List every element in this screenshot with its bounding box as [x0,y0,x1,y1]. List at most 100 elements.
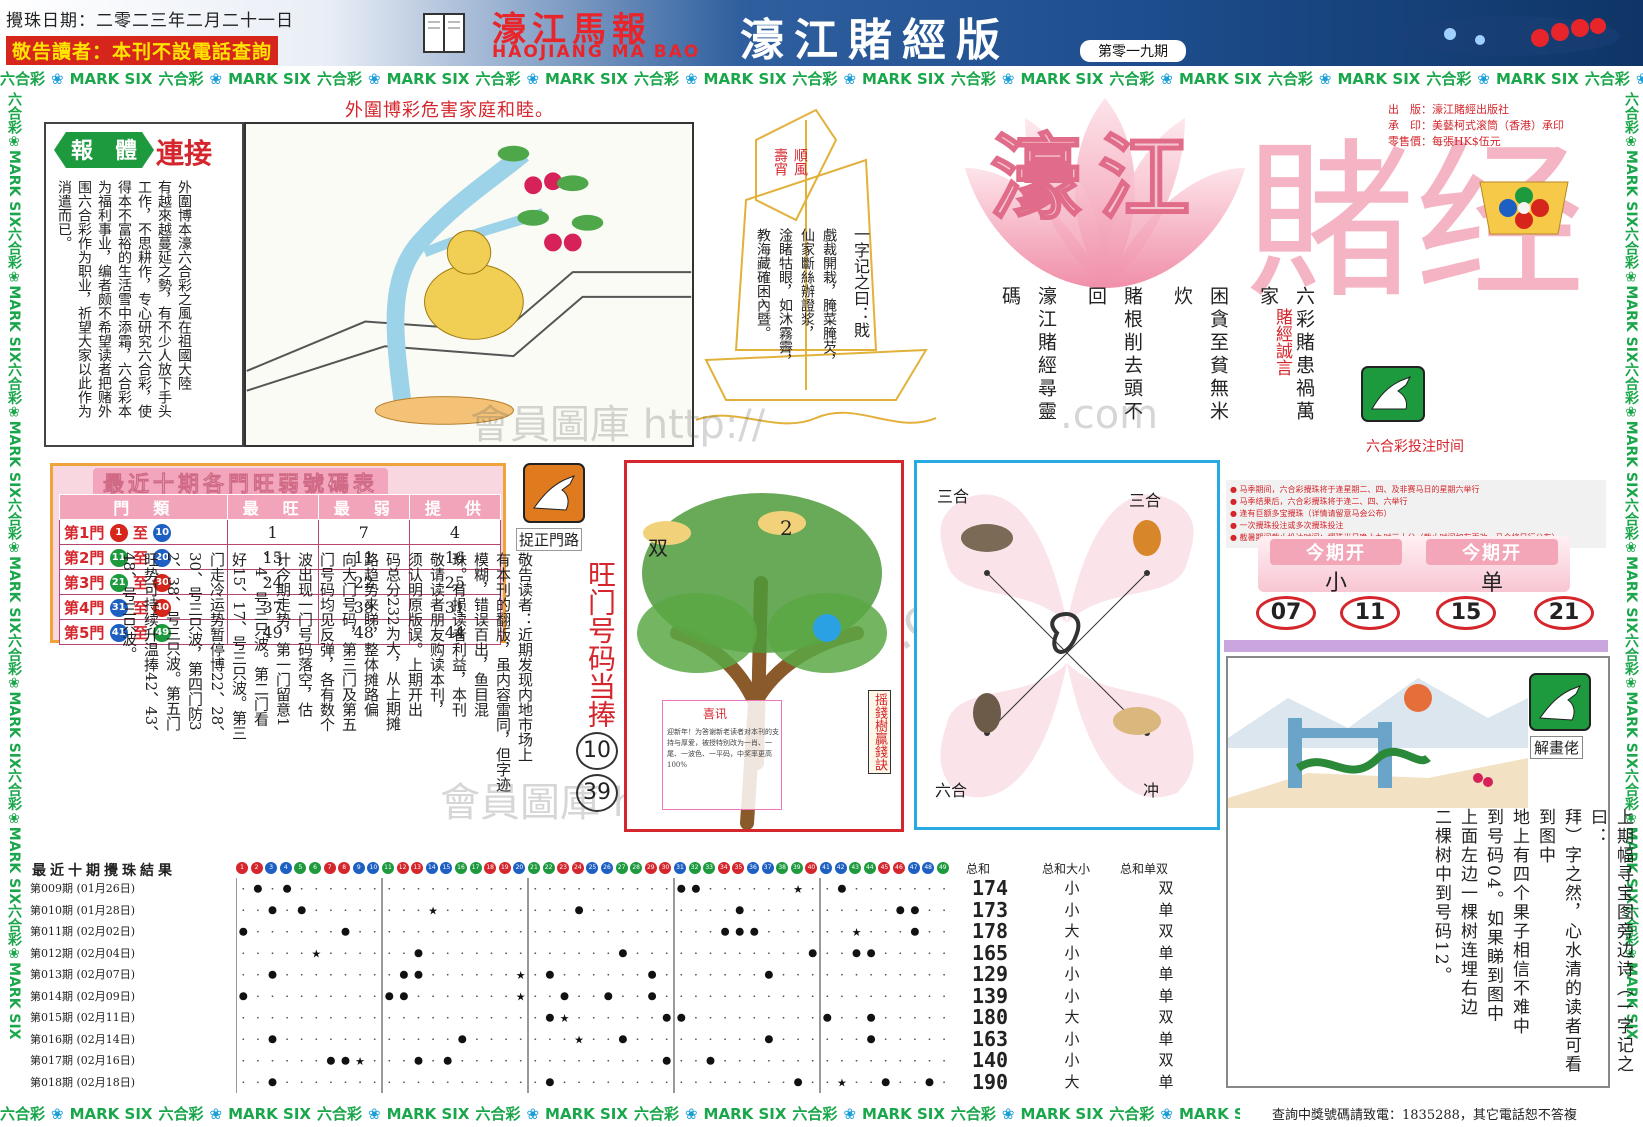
grid-dot [388,1016,391,1019]
grid-dot [403,1081,405,1084]
drawn-number-mark [414,1056,423,1065]
grid-dot [417,1016,420,1019]
grid-dot [242,1038,245,1041]
drawn-number-mark [735,906,744,915]
strip-cn: 六合彩 [6,362,22,405]
grid-dot [622,909,624,912]
strip-en: MARK SIX [1623,691,1639,769]
grid-dot [417,1081,420,1084]
grid-dot [359,1081,361,1084]
grid-dot [519,1016,522,1019]
grid-dot [622,887,624,890]
grid-dot [651,952,653,955]
grid-dot [928,1059,931,1062]
grid-dot [519,1081,522,1084]
grid-dot [344,995,347,998]
drawn-number-mark [297,906,306,915]
grid-dot [476,952,478,955]
grid-dot [359,1016,361,1019]
grid-dot [432,995,434,998]
number-ball: 7 [323,862,336,874]
drawn-number-mark [545,1013,554,1022]
grid-dot [490,930,493,933]
grid-dot [841,1059,843,1062]
grid-dot [782,1038,785,1041]
grid-dot [432,1081,434,1084]
news-card: 喜讯 迎新年！为答谢新老读者对本刊的支持与厚爱，被授特别改为一肖、一尾、一波色、… [662,700,782,810]
explain-line: 二棵树中到号码12。 [1431,808,1451,986]
grid-dot [563,930,566,933]
article-box: 報 體 連接 外圍博本濠六合彩之風在祖國大陸 有越來越蔓延之勢，有不少人放下手头工… [44,122,244,447]
money-tree-label: 摇錢樹贏錢訣 [868,690,891,774]
size-value: 小 [1064,1029,1080,1048]
grid-dot [724,1081,726,1084]
explain-line: 拜）字之然，心水清的读者可看到图中 [1535,808,1581,1074]
grid-dot [738,1016,741,1019]
grid-dot [753,909,756,912]
special-number-mark: ★ [574,1033,584,1046]
grid-dot [446,952,449,955]
grid-dot [432,1016,434,1019]
grid-dot [330,930,332,933]
drawn-number-mark [545,970,554,979]
size-header: 总和大小 [1042,862,1091,876]
pick-ball: 07 [1256,596,1316,630]
boat-flag-line-2: 壽宵 [772,148,788,176]
drawn-number-mark [341,927,350,936]
grid-dot [257,1059,259,1062]
sum-value: 165 [971,940,1009,965]
grid-dot [242,1016,245,1019]
this-period-panel: 今期开 小 今期开 单 [1258,536,1570,596]
corrector-line: 路趋势来睇，整体摊路偏 [362,552,380,717]
number-ball: 1 [236,862,248,874]
grid-dot [476,887,478,890]
grid-dot [928,973,931,976]
grid-dot [388,1081,391,1084]
grid-dot [344,1016,347,1019]
drawn-number-mark [910,927,919,936]
grid-dot [826,973,829,976]
boat-flag-line-1: 順風 [792,148,808,176]
strip-cn: 六合彩 [158,70,204,88]
grid-dot [884,930,887,933]
grid-dot [724,887,726,890]
result-row-label: 第012期 (02月04日) [30,946,136,960]
strip-cn: 六合彩 [1109,1105,1155,1123]
grid-dot [300,1059,303,1062]
flower-icon: ❀ [1635,70,1643,88]
grid-dot [753,1016,756,1019]
grid-dot [753,952,756,955]
drawn-number-mark [764,970,773,979]
grid-dot [899,887,902,890]
results-title: 最近十期攪珠結果 [32,863,176,879]
flower-icon: ❀ [684,70,698,88]
strip-cn: 六合彩 [633,1105,679,1123]
strip-cn: 六合彩 [6,227,22,270]
grid-dot [753,1081,756,1084]
number-ball: 15 [440,862,453,874]
number-ball: 18 [484,862,497,874]
lucky-title: 旺门号码当捧 [584,560,617,728]
strip-en: MARK SIX [1337,70,1421,88]
grid-dot [461,995,464,998]
schedule-item: 马季结果后，六合彩攪珠将于逢二、四、六举行 [1230,496,1602,508]
flower-icon: ❀ [1623,269,1639,286]
grid-dot [505,887,507,890]
grid-dot [432,930,434,933]
special-number-mark: ★ [516,969,526,982]
grid-dot [534,887,537,890]
flower-icon: ❀ [367,70,381,88]
grid-dot [797,1059,799,1062]
flower-icon: ❀ [1623,675,1639,692]
grid-dot [709,887,712,890]
drawn-number-mark [837,884,846,893]
grid-dot [505,1038,507,1041]
grid-dot [373,995,376,998]
grid-dot [446,909,449,912]
grid-dot [797,1038,799,1041]
grid-dot [300,1081,303,1084]
flower-icon: ❀ [6,269,22,286]
grid-dot [578,887,580,890]
grid-dot [271,952,274,955]
grid-dot [330,887,332,890]
